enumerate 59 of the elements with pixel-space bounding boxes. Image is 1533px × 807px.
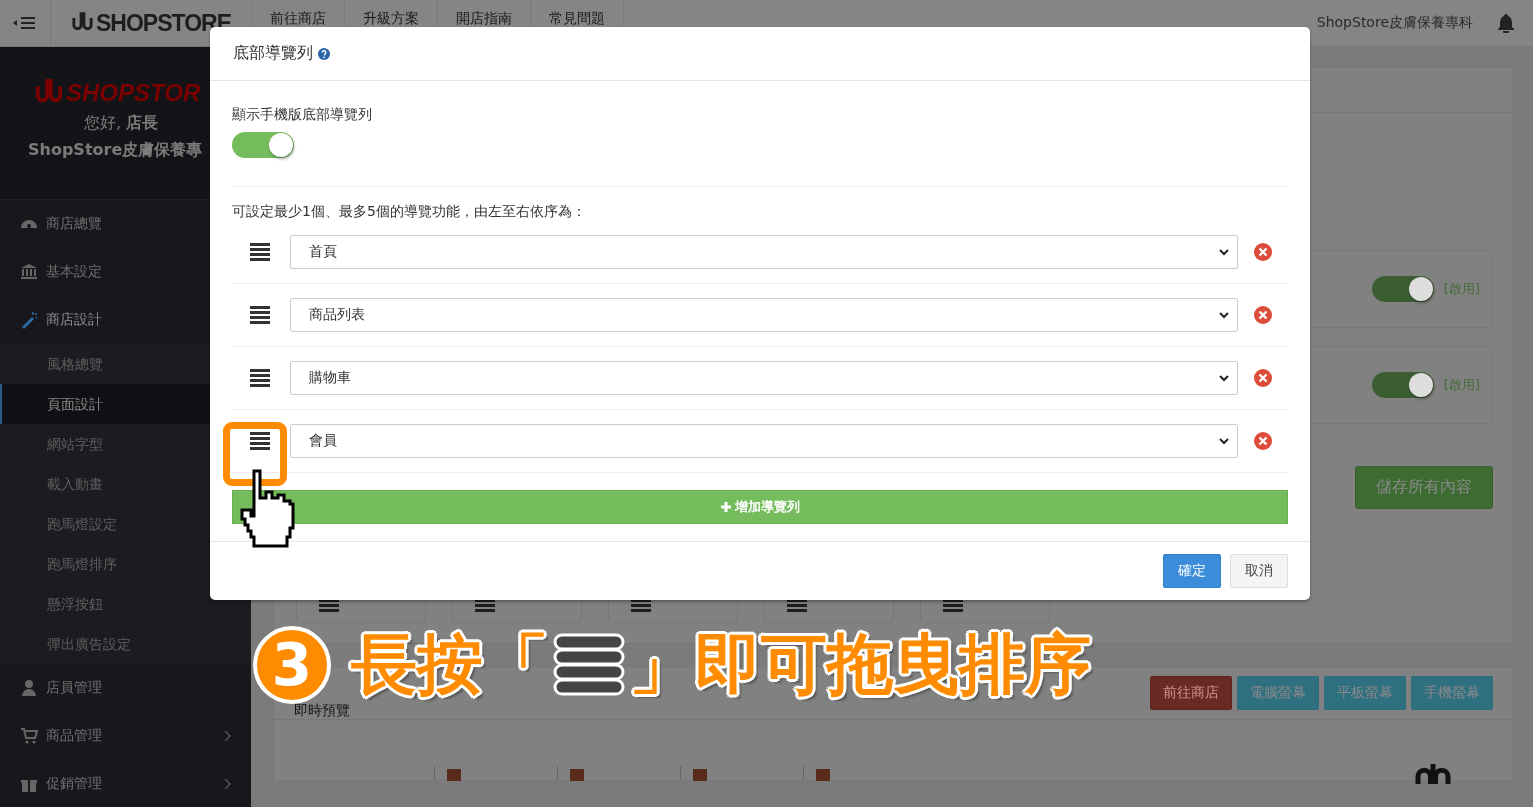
toggle-switch[interactable] xyxy=(1371,372,1434,398)
nav-icon xyxy=(693,769,707,781)
dropdown[interactable]: 商品列表 xyxy=(290,298,1238,332)
dropdown[interactable]: 購物車 xyxy=(290,361,1238,395)
greeting-text: 您好, 店長 xyxy=(84,113,159,134)
caption-text: 長按「 xyxy=(351,632,549,698)
remove-icon xyxy=(1254,243,1272,261)
dropdown[interactable]: 會員 xyxy=(290,424,1238,458)
sidebar-item[interactable]: 促銷管理 xyxy=(0,760,251,807)
status-text: [啟用] xyxy=(1443,280,1480,298)
submenu-item[interactable]: 懸浮按鈕 xyxy=(0,584,251,624)
status-text: [啟用] xyxy=(1443,376,1480,394)
help-icon xyxy=(318,47,330,60)
sidebar-item[interactable]: 店員管理 xyxy=(0,664,251,712)
menu-icon xyxy=(13,16,37,30)
card-title: 即時預覽 xyxy=(294,701,350,720)
sidebar-item[interactable]: 商店設計 xyxy=(0,296,251,344)
remove-icon xyxy=(1254,306,1272,324)
preview-button[interactable]: 前往商店 xyxy=(1150,676,1232,710)
drag-handle-icon xyxy=(250,306,270,324)
drag-handle-icon xyxy=(250,243,270,261)
submenu-item[interactable]: 彈出廣告設定 xyxy=(0,624,251,664)
field-label: 顯示手機版底部導覽列 xyxy=(232,106,373,124)
chevron-icon xyxy=(224,730,231,742)
logo-text: SHOPSTOR xyxy=(66,79,201,107)
dialog-button[interactable]: 確定 xyxy=(1163,554,1221,588)
sidebar-item[interactable]: 商品管理 xyxy=(0,712,251,760)
remove-icon xyxy=(1254,432,1272,450)
caret-icon xyxy=(1219,437,1229,445)
nav-icon xyxy=(447,769,461,781)
save-button[interactable]: 儲存所有內容 xyxy=(1355,466,1493,509)
remove-icon xyxy=(1254,369,1272,387)
caret-icon xyxy=(1219,248,1229,256)
bank-icon xyxy=(20,263,38,281)
plus-icon xyxy=(720,502,731,512)
toggle-switch[interactable] xyxy=(232,132,294,158)
store-name: ShopStore皮膚保養專 xyxy=(28,140,204,161)
bell-icon xyxy=(1497,13,1515,33)
drag-handle-icon xyxy=(250,369,270,387)
nav-icon xyxy=(816,769,830,781)
user-icon xyxy=(20,679,38,697)
sidebar-item[interactable]: 基本設定 xyxy=(0,248,251,296)
caret-icon xyxy=(1219,311,1229,319)
dropdown[interactable]: 首頁 xyxy=(290,235,1238,269)
magic-wand-icon xyxy=(20,311,38,329)
dialog-button[interactable]: 取消 xyxy=(1230,554,1288,588)
add-button[interactable]: 增加導覽列 xyxy=(232,490,1288,524)
logo-text: SHOPSTORE xyxy=(96,9,231,37)
caret-icon xyxy=(1219,374,1229,382)
nav-icon xyxy=(570,769,584,781)
drag-handle-icon xyxy=(553,633,625,697)
description-text: 可設定最少1個、最多5個的導覽功能，由左至右依序為： xyxy=(232,203,587,221)
drag-handle-icon xyxy=(250,432,270,450)
chevron-icon xyxy=(224,778,231,790)
toggle-switch[interactable] xyxy=(1371,276,1434,302)
cart-icon xyxy=(20,727,38,745)
logo-icon xyxy=(1413,764,1453,784)
step-badge: 3 xyxy=(253,626,331,704)
store-name[interactable]: ShopStore皮膚保養專科 xyxy=(1316,14,1473,32)
